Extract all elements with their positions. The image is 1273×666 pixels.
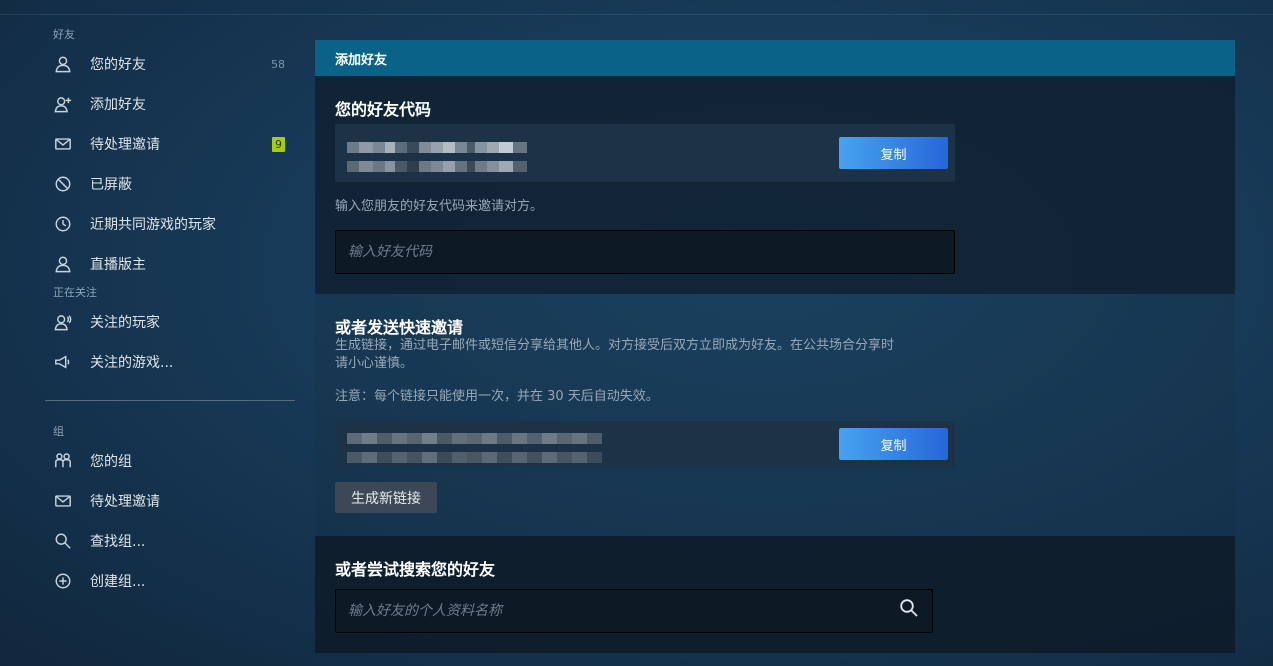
- sidebar-item-label: 已屏蔽: [90, 177, 132, 193]
- sidebar-item-your-groups[interactable]: 您的组: [45, 441, 295, 481]
- sidebar-item-create-group[interactable]: 创建组...: [45, 561, 295, 601]
- sidebar-item-followed-games[interactable]: 关注的游戏...: [45, 342, 295, 382]
- sidebar-item-label: 查找组...: [90, 534, 146, 550]
- sidebar-item-label: 创建组...: [90, 574, 146, 590]
- sidebar-item-group-invites[interactable]: 待处理邀请: [45, 481, 295, 521]
- friend-code-input[interactable]: [335, 230, 955, 274]
- sidebar-item-label: 关注的游戏...: [90, 355, 174, 371]
- friend-count: 58: [271, 57, 285, 71]
- sidebar-item-your-friends[interactable]: 您的好友 58: [45, 44, 295, 84]
- sidebar-item-label: 近期共同游戏的玩家: [90, 217, 216, 233]
- quick-invite-title: 或者发送快速邀请: [335, 318, 464, 337]
- top-divider: [0, 14, 1273, 15]
- invite-link-box: 复制: [335, 421, 955, 467]
- sidebar-item-label: 您的好友: [90, 57, 146, 73]
- add-person-icon: [53, 94, 73, 114]
- sidebar-item-pending-invites[interactable]: 待处理邀请 9: [45, 124, 295, 164]
- sidebar-item-recent-players[interactable]: 近期共同游戏的玩家: [45, 204, 295, 244]
- sidebar-item-label: 直播版主: [90, 257, 146, 273]
- section-header-groups: 组: [53, 425, 64, 438]
- sidebar-item-label: 待处理邀请: [90, 494, 160, 510]
- sidebar: 好友 您的好友 58 添加好友 待处理邀请 9 已屏蔽 近期共同游戏的玩家 直播…: [45, 26, 295, 601]
- quick-invite-description-line1: 生成链接，通过电子邮件或短信分享给其他人。对方接受后双方立即成为好友。在公共场合…: [335, 338, 895, 353]
- search-friends-section: 或者尝试搜索您的好友: [315, 536, 1235, 653]
- search-friends-input[interactable]: [335, 589, 933, 633]
- panel-header: 添加好友: [315, 40, 1235, 76]
- search-friends-title: 或者尝试搜索您的好友: [335, 560, 496, 579]
- envelope-icon: [53, 134, 73, 154]
- invite-link-redacted: [347, 433, 602, 463]
- person-icon: [53, 54, 73, 74]
- clock-icon: [53, 214, 73, 234]
- friend-code-section: 您的好友代码 复制 输入您朋友的好友代码来邀请对方。: [315, 76, 1235, 294]
- search-icon: [53, 531, 73, 551]
- sidebar-item-find-groups[interactable]: 查找组...: [45, 521, 295, 561]
- sidebar-item-label: 您的组: [90, 454, 132, 470]
- sidebar-item-broadcast-moderators[interactable]: 直播版主: [45, 244, 295, 284]
- copy-friend-code-button[interactable]: 复制: [839, 137, 948, 169]
- friend-code-title: 您的好友代码: [335, 100, 432, 119]
- person-icon: [53, 254, 73, 274]
- followed-person-icon: [53, 312, 73, 332]
- friend-code-box: 复制: [335, 124, 955, 182]
- envelope-icon: [53, 491, 73, 511]
- sidebar-item-label: 待处理邀请: [90, 137, 160, 153]
- sidebar-item-label: 关注的玩家: [90, 315, 160, 331]
- quick-invite-note: 注意：每个链接只能使用一次，并在 30 天后自动失效。: [335, 389, 659, 404]
- search-field-wrapper: [335, 589, 933, 633]
- plus-circle-icon: [53, 571, 73, 591]
- copy-invite-link-button[interactable]: 复制: [839, 428, 948, 460]
- sidebar-item-add-friend[interactable]: 添加好友: [45, 84, 295, 124]
- quick-invite-section: 或者发送快速邀请 生成链接，通过电子邮件或短信分享给其他人。对方接受后双方立即成…: [315, 294, 1235, 536]
- section-header-friends: 好友: [53, 28, 75, 41]
- sidebar-item-label: 添加好友: [90, 97, 146, 113]
- megaphone-icon: [53, 352, 73, 372]
- friend-code-redacted: [347, 142, 542, 172]
- pending-invites-badge: 9: [272, 136, 285, 152]
- sidebar-item-blocked[interactable]: 已屏蔽: [45, 164, 295, 204]
- sidebar-divider: [45, 400, 295, 401]
- sidebar-item-followed-players[interactable]: 关注的玩家: [45, 302, 295, 342]
- block-icon: [53, 174, 73, 194]
- group-icon: [53, 451, 73, 471]
- friend-code-hint: 输入您朋友的好友代码来邀请对方。: [335, 199, 544, 214]
- search-icon[interactable]: [899, 598, 921, 620]
- add-friend-panel: 添加好友 您的好友代码 复制 输入您朋友的好友代码来邀请对方。 或者发送快速邀请…: [315, 40, 1235, 653]
- generate-new-link-button[interactable]: 生成新链接: [335, 482, 437, 513]
- section-header-following: 正在关注: [53, 286, 97, 299]
- quick-invite-description-line2: 请小心谨慎。: [335, 356, 414, 371]
